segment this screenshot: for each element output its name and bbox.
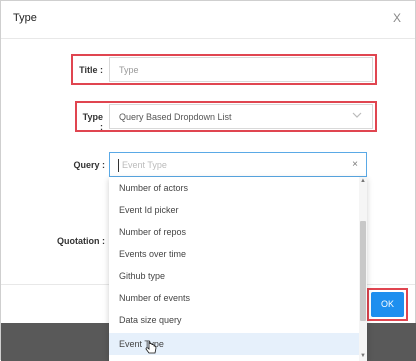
type-select[interactable]: Query Based Dropdown List xyxy=(109,104,373,129)
title-input-placeholder: Type xyxy=(119,65,139,75)
dropdown-item[interactable]: Number of events xyxy=(109,287,359,309)
query-label: Query : xyxy=(73,160,105,170)
dropdown-item[interactable]: Number of actors xyxy=(109,177,359,199)
scroll-up-icon[interactable]: ▲ xyxy=(360,178,366,184)
query-input-placeholder: Event Type xyxy=(122,160,167,170)
type-dialog: Type X Title : Type Type : Query Based D… xyxy=(0,0,416,361)
dropdown-item[interactable]: Number of repos xyxy=(109,221,359,243)
type-label: Type : xyxy=(82,112,103,132)
scroll-down-icon[interactable]: ▼ xyxy=(360,353,366,359)
dropdown-item[interactable]: Event Id picker xyxy=(109,199,359,221)
dropdown-item[interactable]: Events over time xyxy=(109,243,359,265)
title-input[interactable]: Type xyxy=(109,57,373,82)
dropdown-item[interactable]: Github type xyxy=(109,265,359,287)
query-dropdown-list: Number of actors Event Id picker Number … xyxy=(109,177,367,361)
dropdown-item[interactable]: Data size query xyxy=(109,309,359,331)
dialog-header: Type X xyxy=(1,1,415,39)
chevron-down-icon xyxy=(352,110,362,123)
title-label: Title : xyxy=(79,65,103,75)
quotation-label: Quotation : xyxy=(57,236,105,246)
query-input[interactable]: Event Type × xyxy=(109,152,367,177)
scrollbar-thumb[interactable] xyxy=(360,221,366,321)
close-icon[interactable]: X xyxy=(393,11,401,25)
dialog-title: Type xyxy=(13,12,37,24)
ok-button[interactable]: OK xyxy=(371,292,404,317)
clear-icon[interactable]: × xyxy=(352,159,358,170)
type-select-value: Query Based Dropdown List xyxy=(119,112,232,122)
text-cursor xyxy=(118,159,119,172)
hand-cursor-icon xyxy=(145,341,157,358)
dropdown-scrollbar[interactable]: ▲ ▼ xyxy=(359,177,367,361)
